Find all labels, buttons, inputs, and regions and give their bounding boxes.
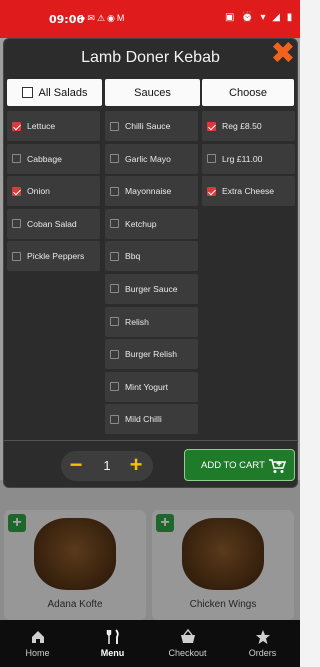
basket-icon (180, 629, 195, 643)
increase-button[interactable]: + (127, 451, 145, 481)
sauce-checkbox[interactable] (110, 186, 119, 196)
nav-menu[interactable]: Menu (75, 620, 150, 667)
choose-header: Choose (202, 79, 294, 106)
add-to-cart-label: ADD TO CART (201, 459, 265, 471)
choose-option[interactable]: Extra Cheese (202, 176, 295, 207)
salad-option[interactable]: Cabbage (7, 143, 100, 174)
sauce-checkbox[interactable] (110, 349, 119, 359)
choose-option-label: Reg £8.50 (222, 121, 262, 131)
salad-option[interactable]: Onion (7, 176, 100, 207)
sauces-header: Sauces (105, 79, 200, 106)
sauce-option-label: Burger Relish (125, 349, 178, 360)
choose-option-label: Lrg £11.00 (222, 153, 263, 164)
sauce-checkbox[interactable] (110, 154, 119, 164)
status-time: 09:06 (49, 13, 85, 26)
choose-checkbox[interactable] (207, 121, 216, 131)
sauce-option-label: Chilli Sauce (125, 121, 171, 131)
sauce-option[interactable]: Mayonnaise (105, 176, 198, 207)
salad-option[interactable]: Pickle Peppers (7, 241, 100, 272)
system-icons: ▣ ⏰ ▾ ◢ ▮ (225, 12, 295, 23)
sauce-option[interactable]: Garlic Mayo (105, 143, 198, 174)
quantity-value: 1 (103, 458, 111, 473)
salad-checkbox[interactable] (12, 186, 21, 196)
notification-icons: ●✉⚠◉M (80, 13, 127, 23)
sauce-option[interactable]: Bbq (105, 241, 198, 272)
all-salads-label: All Salads (38, 86, 88, 99)
cart-add-icon (269, 459, 286, 473)
choose-option[interactable]: Lrg £11.00 (202, 143, 295, 174)
choose-checkbox[interactable] (207, 186, 216, 196)
sauce-checkbox[interactable] (110, 251, 119, 261)
salad-option[interactable]: Lettuce (7, 111, 100, 141)
sauce-option[interactable]: Ketchup (105, 208, 198, 239)
sauce-checkbox[interactable] (110, 382, 119, 392)
modal-title: Lamb Doner Kebab (81, 49, 220, 66)
nav-menu-label: Menu (100, 648, 125, 658)
sauce-option-label: Burger Sauce (125, 283, 178, 294)
salads-column: Lettuce Cabbage Onion Coban Salad Pickle Pep… (7, 111, 100, 274)
salad-option-label: Coban Salad (27, 218, 77, 229)
sauce-option-label: Ketchup (125, 218, 157, 229)
sauce-option[interactable]: Burger Sauce (105, 273, 198, 304)
menu-icon (106, 629, 119, 644)
sauce-checkbox[interactable] (110, 317, 119, 327)
sauces-column: Chilli Sauce Garlic Mayo Mayonnaise Ketchup… (105, 111, 198, 437)
nav-checkout[interactable]: Checkout (150, 620, 225, 667)
item-options-modal: Lamb Doner Kebab ✖ All Salads Sauces Cho… (3, 38, 298, 488)
salad-checkbox[interactable] (12, 251, 21, 261)
sauce-option-label: Mayonnaise (125, 186, 172, 197)
sauce-option[interactable]: Mint Yogurt (105, 371, 198, 402)
sauce-checkbox[interactable] (110, 284, 119, 294)
sauce-option[interactable]: Relish (105, 306, 198, 337)
salad-checkbox[interactable] (12, 219, 21, 229)
choose-option-label: Extra Cheese (222, 186, 275, 197)
nav-home-label: Home (25, 648, 50, 658)
choose-label: Choose (229, 86, 267, 99)
salad-option-label: Onion (27, 186, 50, 197)
salad-checkbox[interactable] (12, 121, 21, 131)
sauce-option-label: Mild Chilli (125, 414, 162, 425)
sauce-option[interactable]: Chilli Sauce (105, 111, 198, 141)
salad-option-label: Cabbage (27, 153, 62, 164)
salad-checkbox[interactable] (12, 154, 21, 164)
sauce-checkbox[interactable] (110, 219, 119, 229)
nav-orders[interactable]: Orders (225, 620, 300, 667)
choose-option[interactable]: Reg £8.50 (202, 111, 295, 141)
nav-orders-label: Orders (248, 648, 277, 658)
footer-divider (4, 440, 297, 441)
sauce-checkbox[interactable] (110, 414, 119, 424)
salad-option-label: Pickle Peppers (27, 251, 85, 262)
add-to-cart-button[interactable]: ADD TO CART (184, 449, 295, 481)
nav-home[interactable]: Home (0, 620, 75, 667)
sauce-option-label: Bbq (125, 251, 141, 262)
nav-checkout-label: Checkout (168, 648, 207, 658)
sauce-checkbox[interactable] (110, 121, 119, 131)
decrease-button[interactable]: − (67, 451, 85, 481)
sauces-label: Sauces (134, 86, 171, 99)
home-icon (31, 631, 44, 643)
choose-checkbox[interactable] (207, 154, 216, 164)
sauce-option-label: Garlic Mayo (125, 153, 171, 164)
salad-option[interactable]: Coban Salad (7, 208, 100, 239)
all-salads-header[interactable]: All Salads (7, 79, 102, 106)
close-icon[interactable]: ✖ (270, 39, 296, 69)
quantity-stepper: − 1 + (61, 451, 153, 481)
sauce-option-label: Relish (125, 316, 149, 327)
status-bar: 09:06 ●✉⚠◉M ▣ ⏰ ▾ ◢ ▮ (0, 0, 300, 38)
all-salads-checkbox[interactable] (21, 87, 33, 98)
sauce-option[interactable]: Mild Chilli (105, 404, 198, 435)
sauce-option[interactable]: Burger Relish (105, 339, 198, 370)
choose-column: Reg £8.50 Lrg £11.00 Extra Cheese (202, 111, 295, 209)
bottom-navigation: Home Menu Checkout Orders (0, 620, 300, 667)
star-icon (255, 630, 270, 644)
sauce-option-label: Mint Yogurt (125, 381, 168, 392)
salad-option-label: Lettuce (27, 121, 56, 131)
